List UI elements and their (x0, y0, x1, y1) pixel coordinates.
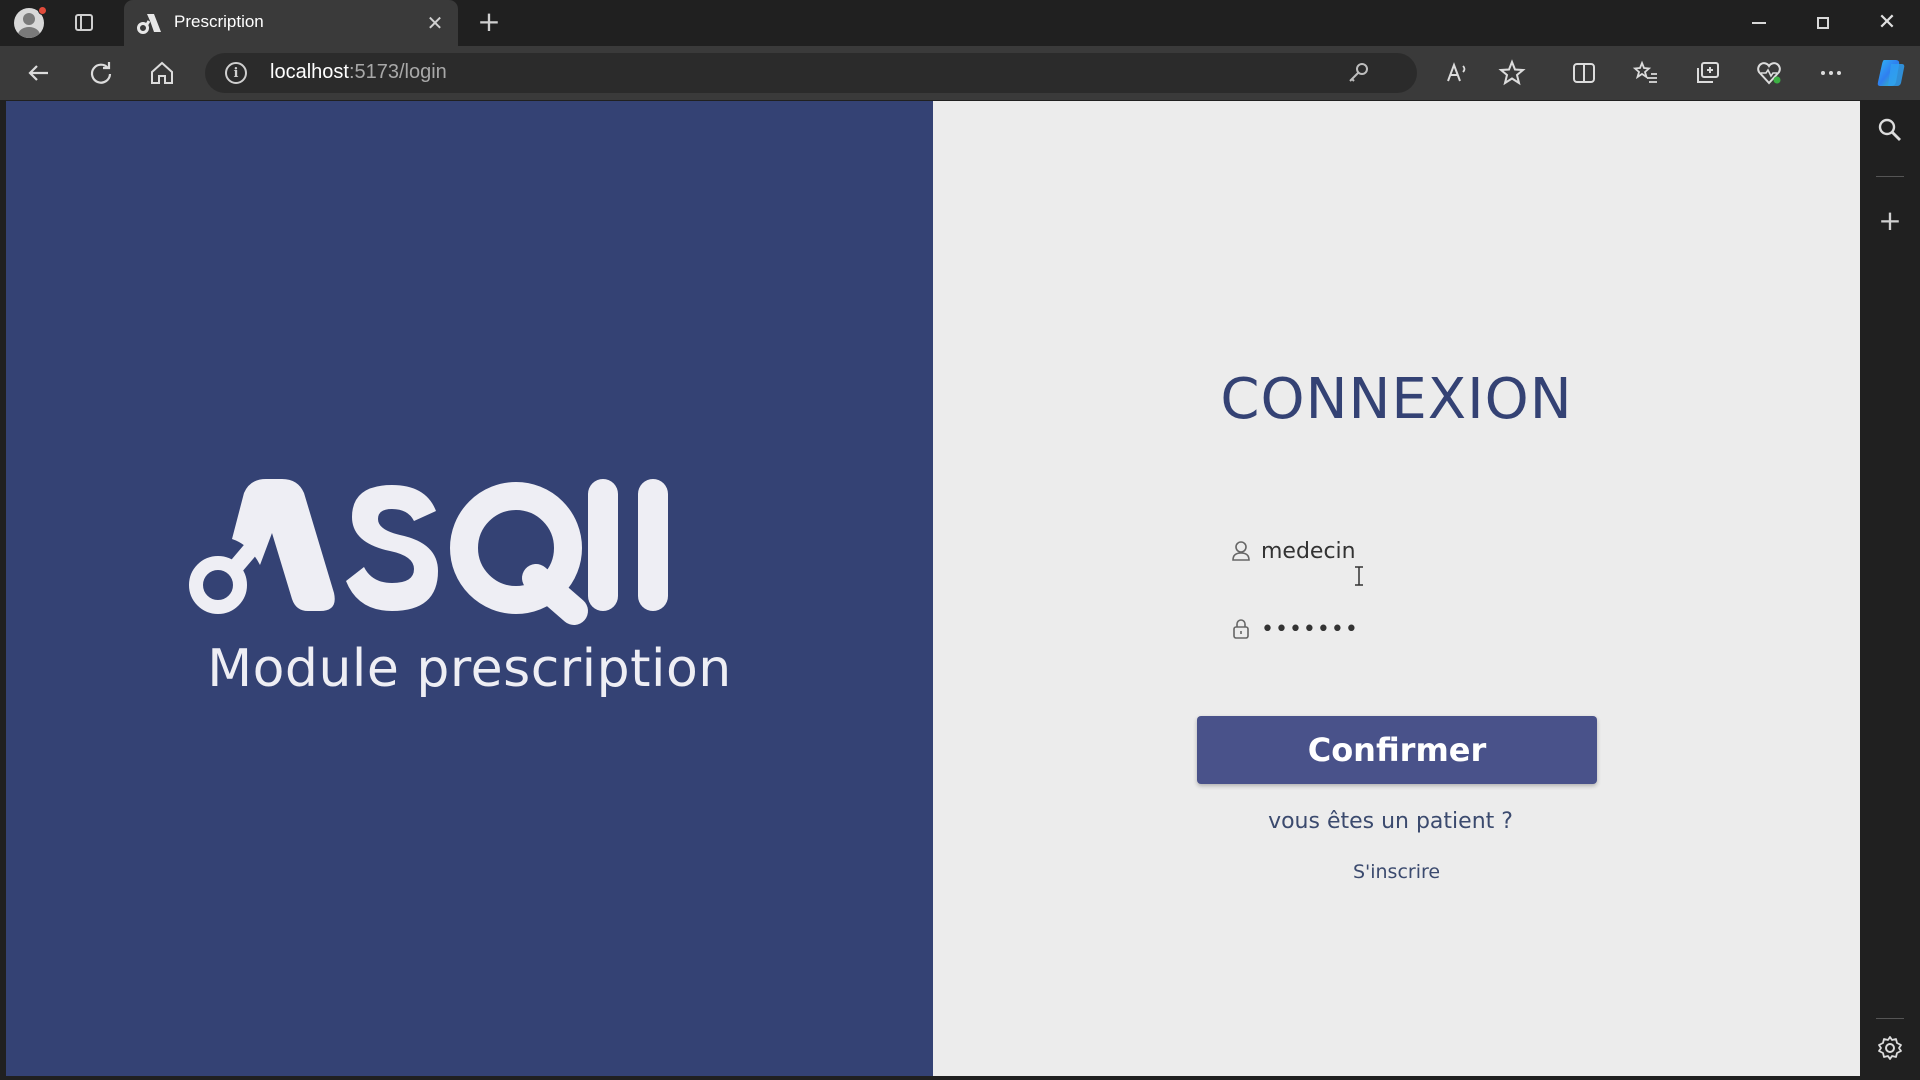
password-key-icon[interactable] (1345, 60, 1371, 86)
info-icon[interactable]: i (225, 62, 247, 84)
password-input[interactable] (1261, 607, 1561, 651)
address-bar[interactable]: i localhost:5173/login (205, 53, 1417, 93)
settings-icon[interactable] (1876, 1034, 1904, 1062)
tab-strip: Prescription ✕ + ✕ (0, 0, 1920, 46)
read-aloud-icon[interactable] (1442, 58, 1472, 88)
username-field[interactable] (1229, 529, 1569, 573)
register-link[interactable]: S'inscrire (933, 861, 1860, 883)
user-icon (1232, 541, 1250, 561)
brand-panel: Module prescription (6, 101, 933, 1076)
asqii-logo (189, 479, 668, 625)
more-icon[interactable] (1816, 58, 1846, 88)
favorites-icon[interactable] (1631, 58, 1661, 88)
username-input[interactable] (1261, 529, 1561, 573)
split-screen-icon[interactable] (1569, 58, 1599, 88)
tab-title: Prescription (174, 12, 264, 31)
browser-essentials-icon[interactable] (1754, 58, 1784, 88)
password-field[interactable] (1229, 607, 1569, 651)
text-cursor-icon (1355, 566, 1363, 586)
minimize-icon[interactable] (1727, 0, 1791, 46)
module-subtitle: Module prescription (207, 639, 732, 699)
app-favicon (137, 14, 161, 34)
sidebar-divider (1876, 176, 1904, 177)
close-icon[interactable]: ✕ (1855, 0, 1919, 46)
refresh-icon[interactable] (86, 58, 116, 88)
tab-actions-icon[interactable] (72, 11, 96, 35)
confirm-button[interactable]: Confirmer (1197, 716, 1597, 784)
new-tab-button[interactable]: + (474, 8, 504, 38)
page-viewport: Module prescription CONNEXION Confirmer … (6, 101, 1860, 1076)
patient-question: vous êtes un patient ? (1268, 809, 1513, 834)
notification-dot (38, 6, 47, 15)
close-tab-icon[interactable]: ✕ (422, 10, 448, 36)
back-icon[interactable] (24, 58, 54, 88)
restore-icon[interactable] (1791, 0, 1855, 46)
collections-icon[interactable] (1693, 58, 1723, 88)
login-panel: CONNEXION Confirmer vous êtes un patient… (933, 101, 1860, 1076)
lock-icon (1233, 619, 1249, 639)
page-title: CONNEXION (1220, 367, 1573, 432)
copilot-icon[interactable] (1874, 56, 1908, 90)
add-icon[interactable]: + (1876, 207, 1904, 236)
favorite-star-icon[interactable] (1497, 58, 1527, 88)
tab-prescription[interactable]: Prescription ✕ (124, 0, 458, 46)
url-text[interactable]: localhost:5173/login (270, 61, 447, 84)
home-icon[interactable] (147, 58, 177, 88)
browser-sidebar: + (1860, 100, 1920, 1080)
sidebar-divider (1876, 1018, 1904, 1019)
browser-toolbar: i localhost:5173/login (0, 46, 1920, 100)
search-icon[interactable] (1876, 116, 1904, 144)
